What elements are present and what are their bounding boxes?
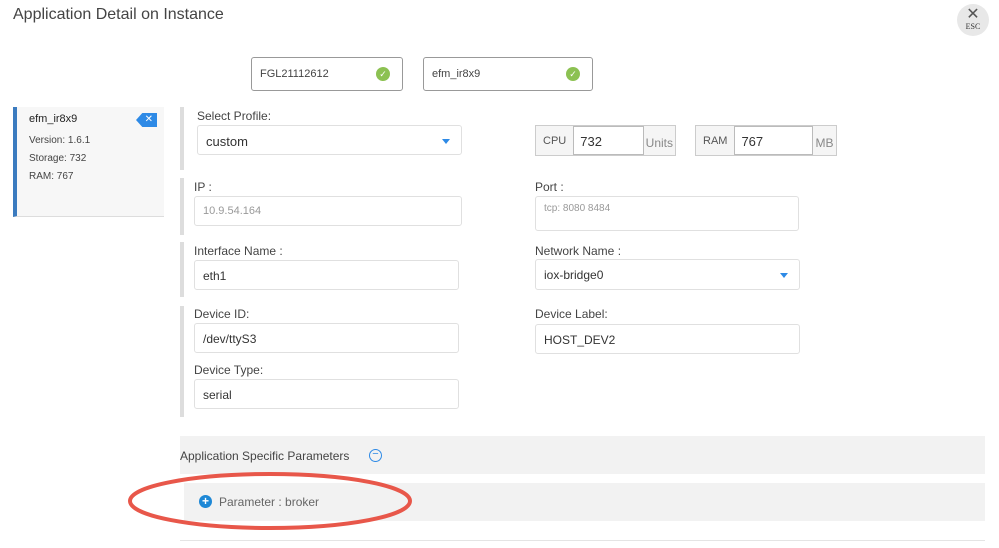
divider bbox=[180, 242, 184, 297]
device-id-input[interactable]: /dev/ttyS3 bbox=[194, 323, 459, 353]
cpu-field: CPU 732 Units bbox=[535, 125, 676, 156]
divider bbox=[180, 306, 184, 417]
divider bbox=[180, 540, 985, 541]
interface-input[interactable]: eth1 bbox=[194, 260, 459, 290]
device-type-label: Device Type: bbox=[194, 363, 264, 377]
ram-label: RAM bbox=[703, 135, 728, 147]
profile-value: custom bbox=[206, 134, 248, 149]
device-tab[interactable]: efm_ir8x9 ✓ bbox=[423, 57, 593, 91]
app-storage: Storage: 732 bbox=[29, 153, 87, 164]
cpu-input[interactable]: 732 bbox=[573, 126, 644, 155]
device-label-input[interactable]: HOST_DEV2 bbox=[535, 324, 800, 354]
cpu-label: CPU bbox=[543, 135, 567, 147]
app-version: Version: 1.6.1 bbox=[29, 135, 91, 146]
esc-label: ESC bbox=[965, 22, 981, 31]
profile-label: Select Profile: bbox=[197, 109, 272, 123]
device-type-input[interactable]: serial bbox=[194, 379, 459, 409]
network-label: Network Name : bbox=[535, 244, 622, 258]
profile-select[interactable]: custom bbox=[197, 125, 462, 155]
device-label-label: Device Label: bbox=[535, 307, 608, 321]
interface-label: Interface Name : bbox=[194, 244, 283, 258]
device-id-label: Device ID: bbox=[194, 307, 250, 321]
ram-unit: MB bbox=[815, 136, 834, 150]
device-name: FGL21112612 bbox=[260, 68, 329, 80]
cpu-unit: Units bbox=[645, 136, 673, 150]
ip-input[interactable]: 10.9.54.164 bbox=[194, 196, 462, 226]
check-icon: ✓ bbox=[376, 67, 390, 81]
section-title: Application Specific Parameters bbox=[180, 449, 350, 463]
app-card[interactable]: efm_ir8x9 Version: 1.6.1 Storage: 732 RA… bbox=[13, 107, 164, 217]
divider bbox=[180, 178, 184, 235]
chevron-down-icon bbox=[442, 139, 450, 144]
check-icon: ✓ bbox=[566, 67, 580, 81]
port-label: Port : bbox=[535, 180, 564, 194]
collapse-icon[interactable]: − bbox=[369, 449, 382, 462]
device-tab[interactable]: FGL21112612 ✓ bbox=[251, 57, 403, 91]
ip-label: IP : bbox=[194, 180, 212, 194]
close-icon: ✕ bbox=[966, 6, 980, 23]
app-ram: RAM: 767 bbox=[29, 171, 74, 182]
network-select[interactable]: iox-bridge0 bbox=[535, 259, 800, 290]
ram-input[interactable]: 767 bbox=[734, 126, 814, 155]
chevron-down-icon bbox=[780, 273, 788, 278]
page-title: Application Detail on Instance bbox=[13, 6, 224, 23]
port-textarea[interactable]: tcp: 8080 8484 bbox=[535, 196, 799, 231]
highlight-ellipse bbox=[128, 472, 412, 530]
divider bbox=[180, 107, 184, 170]
device-name: efm_ir8x9 bbox=[432, 68, 481, 80]
esc-close-button[interactable]: ✕ ESC bbox=[957, 4, 989, 36]
app-name: efm_ir8x9 bbox=[29, 113, 78, 125]
network-value: iox-bridge0 bbox=[544, 268, 604, 282]
ram-field: RAM 767 MB bbox=[695, 125, 837, 156]
